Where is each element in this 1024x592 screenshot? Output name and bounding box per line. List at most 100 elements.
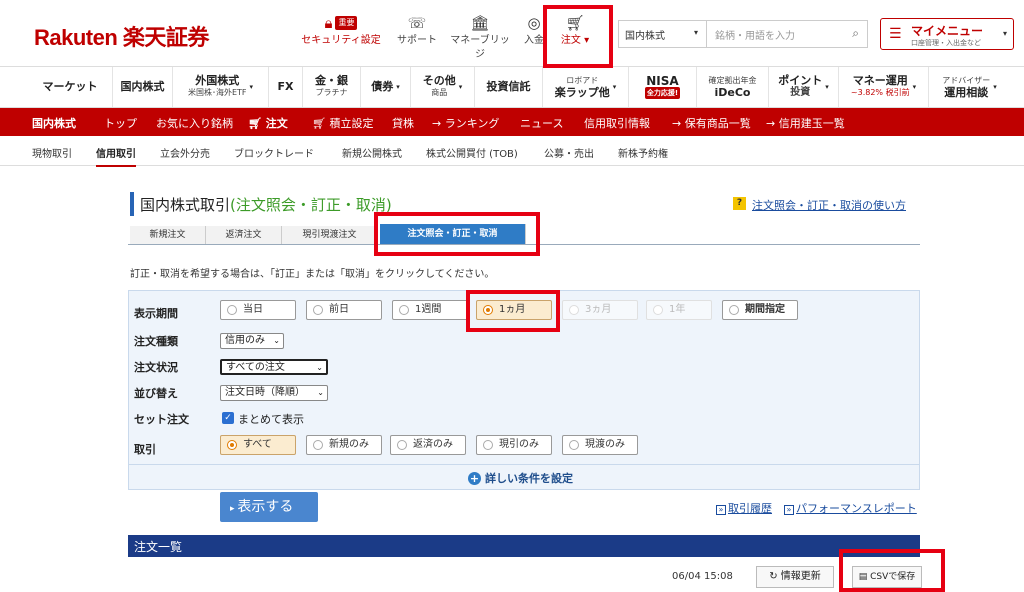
nav-other-commodities[interactable]: その他 商品 ▾	[410, 67, 474, 107]
order-type-label: 注文種類	[134, 335, 178, 348]
trade-history-link[interactable]: » 取引履歴	[716, 500, 772, 516]
period-yesterday-radio[interactable]: 前日	[306, 300, 382, 320]
chevron-down-icon: ⌄	[316, 363, 323, 372]
chevron-down-icon: ▾	[612, 83, 617, 91]
nav-nisa[interactable]: NISA 全力応援!	[628, 67, 696, 107]
sort-label: 並び替え	[134, 387, 178, 400]
nav-point-investment[interactable]: ポイント 投資 ▾	[768, 67, 838, 107]
period-custom-radio[interactable]: 期間指定	[722, 300, 798, 320]
page-title: 国内株式取引(注文照会・訂正・取消)	[140, 196, 392, 214]
order-status-select[interactable]: すべての注文 ⌄	[220, 359, 328, 375]
chevron-down-icon: ▾	[396, 83, 400, 91]
trade-delivery-radio[interactable]: 現引のみ	[476, 435, 552, 455]
plus-icon: +	[468, 472, 481, 485]
nav-order[interactable]: 🛒︎ 注文	[248, 115, 288, 131]
nav-ideco[interactable]: 確定拠出年金 iDeCo	[696, 67, 768, 107]
nav-investment-trusts[interactable]: 投資信託	[474, 67, 542, 107]
rakuten-logo[interactable]: Rakuten 楽天証券	[34, 20, 209, 52]
tab-block-trade[interactable]: ブロックトレード	[234, 145, 314, 160]
tab-stock-options[interactable]: 新株予約権	[618, 145, 668, 160]
nav-bonds[interactable]: 債券 ▾	[360, 67, 410, 107]
trade-all-radio[interactable]: すべて	[220, 435, 296, 455]
nav-margin-positions[interactable]: → 信用建玉一覧	[766, 115, 845, 131]
highlight-inquiry-tab	[374, 212, 540, 256]
nav-fx[interactable]: FX	[268, 67, 302, 107]
sort-select[interactable]: 注文日時（降順） ⌄	[220, 385, 328, 401]
nav-robo-advisor[interactable]: ロボアド 楽ラップ他 ▾	[542, 67, 628, 107]
search-icon[interactable]: ⌕	[852, 26, 859, 41]
period-1week-radio[interactable]: 1週間	[392, 300, 468, 320]
radio-icon	[569, 440, 579, 450]
nav-market[interactable]: マーケット	[32, 67, 108, 107]
help-icon: ?	[733, 197, 746, 210]
trade-label: 取引	[134, 443, 156, 456]
nav-ranking[interactable]: → ランキング	[432, 115, 499, 131]
nav-foreign-stocks[interactable]: 外国株式 米国株･海外ETF ▾	[172, 67, 268, 107]
chevron-down-icon: ▾	[458, 83, 463, 91]
nav-stock-lending[interactable]: 貸株	[392, 115, 414, 131]
chevron-down-icon: ▾	[993, 83, 997, 91]
security-settings-link[interactable]: 🔒︎ 重要 セキュリティ設定	[300, 16, 382, 48]
tab-close-order[interactable]: 返済注文	[206, 226, 282, 245]
radio-icon	[397, 440, 407, 450]
tab-tob[interactable]: 株式公開買付 (TOB)	[426, 145, 518, 160]
nav-accumulation[interactable]: 🛒︎ 積立設定	[312, 115, 373, 131]
period-label: 表示期間	[134, 307, 178, 320]
nav-holdings[interactable]: → 保有商品一覧	[672, 115, 751, 131]
help-link[interactable]: 注文照会・訂正・取消の使い方	[752, 197, 906, 213]
radio-icon	[569, 305, 579, 315]
search-placeholder: 銘柄・用語を入力	[715, 31, 795, 42]
refresh-icon: ↻	[769, 571, 781, 582]
tab-delivery-order[interactable]: 現引現渡注文	[282, 226, 378, 245]
chevron-down-icon: ▾	[825, 83, 829, 91]
support-link[interactable]: ☏ サポート	[392, 16, 442, 48]
search-input[interactable]: 銘柄・用語を入力 ⌕	[706, 20, 868, 48]
chevron-down-icon: ▾	[1002, 29, 1007, 38]
period-today-radio[interactable]: 当日	[220, 300, 296, 320]
show-button[interactable]: ▸ 表示する	[220, 492, 318, 522]
group-display-label: まとめて表示	[238, 413, 304, 426]
order-type-select[interactable]: 信用のみ ⌄	[220, 333, 284, 349]
my-menu-button[interactable]: ☰ マイメニュー 口座管理・入出金など ▾	[880, 18, 1014, 50]
nav-domestic-stocks[interactable]: 国内株式	[112, 67, 172, 107]
tab-off-floor[interactable]: 立会外分売	[160, 145, 210, 160]
chevron-down-icon: ⌄	[273, 336, 280, 345]
nav-favorites[interactable]: お気に入り銘柄	[156, 115, 233, 131]
trade-close-radio[interactable]: 返済のみ	[390, 435, 466, 455]
important-badge: 重要	[335, 16, 358, 30]
tab-ipo[interactable]: 新規公開株式	[342, 145, 402, 160]
link-arrow-icon: »	[784, 505, 794, 515]
chevron-down-icon: ▾	[249, 83, 254, 91]
performance-report-link[interactable]: » パフォーマンスレポート	[784, 500, 917, 516]
refresh-button[interactable]: ↻ 情報更新	[756, 566, 834, 588]
chevron-down-icon: ⌄	[317, 388, 324, 397]
main-category-nav: マーケット 国内株式 外国株式 米国株･海外ETF ▾ FX 金・銀 プラチナ 債券 ▾…	[0, 66, 1024, 108]
chevron-down-icon: ▾	[912, 83, 917, 91]
nav-gold-silver[interactable]: 金・銀 プラチナ	[302, 67, 360, 107]
nav-margin-info[interactable]: 信用取引情報	[584, 115, 650, 131]
nav-money-management[interactable]: マネー運用 ~3.82% 税引前 ▾	[838, 67, 928, 107]
deposit-label: 入金	[524, 35, 544, 46]
instruction-text: 訂正・取消を希望する場合は、「訂正」または「取消」をクリックしてください。	[130, 269, 495, 280]
market-select[interactable]: 国内株式 ▾	[618, 20, 706, 48]
nav-advisor[interactable]: アドバイザー 運用相談 ▾	[928, 67, 1010, 107]
more-conditions-button[interactable]: + 詳しい条件を設定	[468, 470, 573, 486]
nav-news[interactable]: ニュース	[520, 115, 563, 131]
chevron-down-icon: ▾	[693, 28, 698, 37]
tab-public-offering[interactable]: 公募・売出	[544, 145, 594, 160]
tab-cash-trade[interactable]: 現物取引	[32, 145, 72, 160]
radio-icon	[653, 305, 663, 315]
lock-icon: 🔒︎ 重要	[300, 16, 382, 34]
my-menu-title: マイメニュー	[911, 24, 984, 38]
tab-new-order[interactable]: 新規注文	[130, 226, 206, 245]
tab-margin-trade[interactable]: 信用取引	[96, 145, 136, 167]
radio-selected-icon	[227, 440, 237, 450]
highlight-1month	[466, 290, 560, 332]
top-header: Rakuten 楽天証券 🔒︎ 重要 セキュリティ設定 ☏ サポート 🏛︎ マネー…	[0, 0, 1024, 66]
trade-receipt-radio[interactable]: 現渡のみ	[562, 435, 638, 455]
nav-top[interactable]: トップ	[104, 115, 137, 131]
group-display-checkbox[interactable]: ✓	[222, 412, 234, 424]
trade-new-radio[interactable]: 新規のみ	[306, 435, 382, 455]
trade-type-tabs: 現物取引 信用取引 立会外分売 ブロックトレード 新規公開株式 株式公開買付 (…	[0, 136, 1024, 167]
money-bridge-link[interactable]: 🏛︎ マネーブリッジ	[446, 16, 514, 62]
